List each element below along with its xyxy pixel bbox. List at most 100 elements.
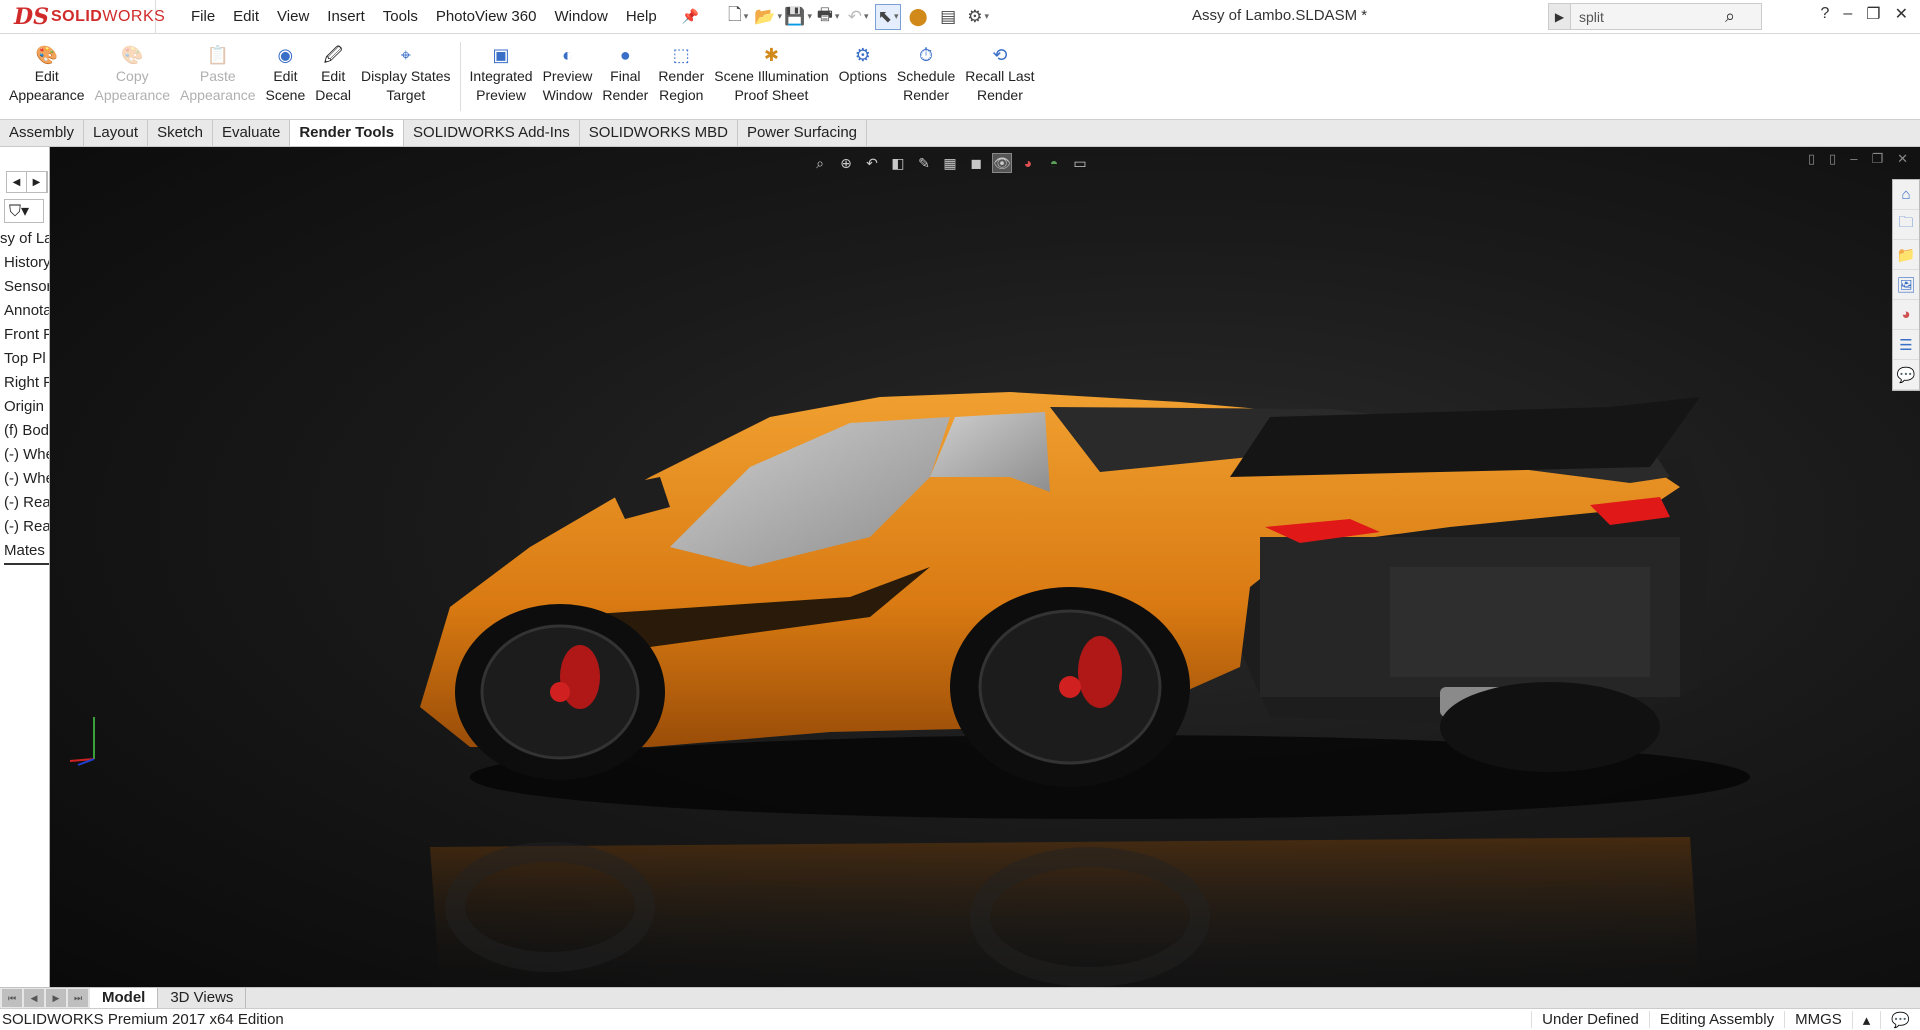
menu-view[interactable]: View: [268, 8, 318, 25]
render-options-button[interactable]: ⚙ Options: [834, 34, 892, 119]
first-tab-icon[interactable]: ⏮: [2, 989, 22, 1007]
filter-icon[interactable]: ⛉▾: [4, 199, 44, 223]
appearances-scenes-icon[interactable]: ◕: [1893, 300, 1919, 330]
search-icon[interactable]: ⌕: [1725, 6, 1735, 27]
graphics-viewport[interactable]: ⌕ ⊕ ↶ ◧ ✎ ▦ ◼ 👁 ◕ ◓ ▭ ▯ ▯ – ❐ ✕ ⌂ 🗀 📁 🖼 …: [50, 147, 1920, 987]
tree-item-wheel-2[interactable]: (-) Whe: [0, 467, 49, 491]
edit-appearance-view-icon[interactable]: ◕: [1018, 153, 1038, 173]
menu-insert[interactable]: Insert: [318, 8, 374, 25]
tab-model[interactable]: Model: [90, 988, 159, 1008]
pin-menu-icon[interactable]: 📌: [682, 8, 699, 25]
menu-photoview[interactable]: PhotoView 360: [427, 8, 546, 25]
scroll-right-icon[interactable]: ▶: [27, 172, 47, 192]
tab-solidworks-addins[interactable]: SOLIDWORKS Add-Ins: [404, 120, 580, 146]
tree-item-sensors[interactable]: Sensor: [0, 275, 49, 299]
tab-assembly[interactable]: Assembly: [0, 120, 85, 146]
search-box[interactable]: ▶ ⌕: [1548, 3, 1762, 30]
section-view-icon[interactable]: ◧: [888, 153, 908, 173]
display-states-target-button[interactable]: ⌖ Display States Target: [356, 34, 455, 119]
print-icon[interactable]: 🖶: [815, 4, 841, 30]
tree-item-origin[interactable]: Origin: [0, 395, 49, 419]
tab-evaluate[interactable]: Evaluate: [213, 120, 291, 146]
prev-tab-icon[interactable]: ◀: [24, 989, 44, 1007]
tile-vertical-icon[interactable]: ▯: [1829, 151, 1836, 167]
last-tab-icon[interactable]: ⏭: [68, 989, 88, 1007]
restore-icon[interactable]: ❐: [1866, 4, 1880, 24]
units-arrow-icon[interactable]: ▴: [1851, 1010, 1881, 1029]
design-library-icon[interactable]: 🗀: [1893, 210, 1919, 240]
tree-item-history[interactable]: History: [0, 251, 49, 275]
tree-item-rear-2[interactable]: (-) Rea: [0, 515, 49, 539]
tree-item-mates[interactable]: Mates: [0, 539, 49, 565]
menu-file[interactable]: File: [182, 8, 224, 25]
tab-sketch[interactable]: Sketch: [148, 120, 213, 146]
minimize-icon[interactable]: –: [1843, 5, 1852, 23]
file-properties-icon[interactable]: ▤: [935, 4, 961, 30]
preview-window-button[interactable]: ◐ Preview Window: [538, 34, 598, 119]
viewport-restore-icon[interactable]: ❐: [1871, 151, 1883, 167]
tree-item-right-plane[interactable]: Right F: [0, 371, 49, 395]
previous-view-icon[interactable]: ↶: [862, 153, 882, 173]
tab-layout[interactable]: Layout: [84, 120, 149, 146]
recall-last-render-button[interactable]: ⟲ Recall Last Render: [960, 34, 1039, 119]
view-orientation-icon[interactable]: ▦: [940, 153, 960, 173]
menu-help[interactable]: Help: [617, 8, 666, 25]
menu-edit[interactable]: Edit: [224, 8, 268, 25]
command-prompt-icon[interactable]: ▶: [1549, 4, 1571, 29]
tree-item-rear-1[interactable]: (-) Rea: [0, 491, 49, 515]
scene-illumination-proof-sheet-button[interactable]: ✱ Scene Illumination Proof Sheet: [709, 34, 833, 119]
close-icon[interactable]: ✕: [1895, 4, 1908, 24]
view-palette-icon[interactable]: 🖼: [1893, 270, 1919, 300]
options-gear-icon[interactable]: ⚙: [965, 4, 991, 30]
menu-tools[interactable]: Tools: [374, 8, 427, 25]
tab-solidworks-mbd[interactable]: SOLIDWORKS MBD: [580, 120, 738, 146]
units-selector[interactable]: MMGS: [1784, 1011, 1852, 1028]
edit-appearance-button[interactable]: 🎨 Edit Appearance: [4, 34, 90, 119]
display-style-icon[interactable]: ◼: [966, 153, 986, 173]
tree-item-top-plane[interactable]: Top Pl: [0, 347, 49, 371]
apply-scene-icon[interactable]: ◓: [1044, 153, 1064, 173]
next-tab-icon[interactable]: ▶: [46, 989, 66, 1007]
tree-item-body[interactable]: (f) Bod: [0, 419, 49, 443]
tab-3d-views[interactable]: 3D Views: [158, 988, 247, 1008]
zoom-to-fit-icon[interactable]: ⌕: [810, 153, 830, 173]
edit-scene-button[interactable]: ◉ Edit Scene: [261, 34, 311, 119]
scroll-left-icon[interactable]: ◀: [7, 172, 27, 192]
window-controls: ? – ❐ ✕: [1820, 4, 1908, 24]
render-region-button[interactable]: ⬚ Render Region: [653, 34, 709, 119]
paste-appearance-button[interactable]: 📋 Paste Appearance: [175, 34, 261, 119]
custom-properties-icon[interactable]: ☰: [1893, 330, 1919, 360]
new-document-icon[interactable]: 🗋: [725, 4, 751, 30]
integrated-preview-button[interactable]: ▣ Integrated Preview: [465, 34, 538, 119]
help-icon[interactable]: ?: [1820, 5, 1829, 23]
zoom-to-area-icon[interactable]: ⊕: [836, 153, 856, 173]
final-render-button[interactable]: ● Final Render: [597, 34, 653, 119]
copy-appearance-button[interactable]: 🎨 Copy Appearance: [90, 34, 176, 119]
hide-show-items-icon[interactable]: 👁: [992, 153, 1012, 173]
tile-horizontal-icon[interactable]: ▯: [1808, 151, 1815, 167]
undo-icon[interactable]: ↶: [845, 4, 871, 30]
notifications-icon[interactable]: 💬: [1880, 1010, 1920, 1029]
save-icon[interactable]: 💾: [784, 4, 811, 30]
viewport-minimize-icon[interactable]: –: [1850, 151, 1857, 167]
viewport-close-icon[interactable]: ✕: [1897, 151, 1908, 167]
tree-item-front-plane[interactable]: Front P: [0, 323, 49, 347]
tab-render-tools[interactable]: Render Tools: [290, 120, 405, 146]
tree-item-wheel-1[interactable]: (-) Whe: [0, 443, 49, 467]
dynamic-annotation-icon[interactable]: ✎: [914, 153, 934, 173]
tab-power-surfacing[interactable]: Power Surfacing: [738, 120, 868, 146]
tree-item-annotations[interactable]: Annota: [0, 299, 49, 323]
forum-icon[interactable]: 💬: [1893, 360, 1919, 390]
open-document-icon[interactable]: 📂: [754, 4, 781, 30]
search-input[interactable]: [1571, 8, 1721, 25]
file-explorer-icon[interactable]: 📁: [1893, 240, 1919, 270]
solidworks-logo[interactable]: DS SOLIDWORKS: [0, 0, 165, 34]
rebuild-icon[interactable]: ⬤: [905, 4, 931, 30]
view-settings-icon[interactable]: ▭: [1070, 153, 1090, 173]
schedule-render-button[interactable]: ⏱ Schedule Render: [892, 34, 960, 119]
edit-decal-button[interactable]: 🖉 Edit Decal: [310, 34, 356, 119]
solidworks-resources-icon[interactable]: ⌂: [1893, 180, 1919, 210]
select-cursor-icon[interactable]: ⬉: [875, 3, 902, 30]
tree-item-assembly[interactable]: sy of La: [0, 227, 49, 251]
menu-window[interactable]: Window: [545, 8, 616, 25]
